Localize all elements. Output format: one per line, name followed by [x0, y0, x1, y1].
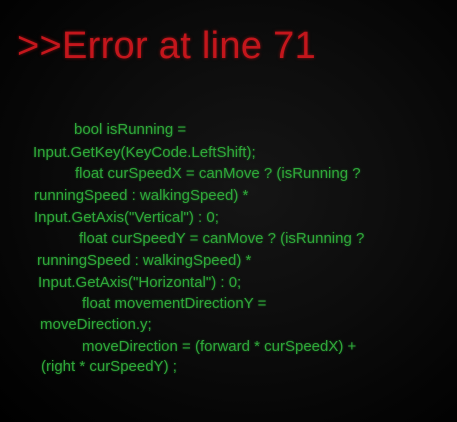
code-line: moveDirection.y;	[40, 316, 152, 333]
code-line: float curSpeedY = canMove ? (isRunning ?	[79, 230, 365, 247]
code-line: float curSpeedX = canMove ? (isRunning ?	[75, 165, 361, 182]
error-screen: >>Error at line 71 bool isRunning = Inpu…	[0, 0, 457, 422]
code-line: Input.GetKey(KeyCode.LeftShift);	[33, 144, 256, 161]
code-line: runningSpeed : walkingSpeed) *	[34, 187, 249, 204]
code-line: float movementDirectionY =	[82, 295, 267, 312]
code-block: bool isRunning = Input.GetKey(KeyCode.Le…	[0, 0, 457, 422]
code-line: moveDirection = (forward * curSpeedX) +	[82, 338, 357, 355]
code-line: (right * curSpeedY) ;	[41, 358, 177, 375]
code-line: Input.GetAxis("Vertical") : 0;	[34, 209, 219, 226]
code-line: runningSpeed : walkingSpeed) *	[37, 252, 252, 269]
code-line: bool isRunning =	[74, 121, 187, 138]
code-line: Input.GetAxis("Horizontal") : 0;	[38, 274, 242, 291]
